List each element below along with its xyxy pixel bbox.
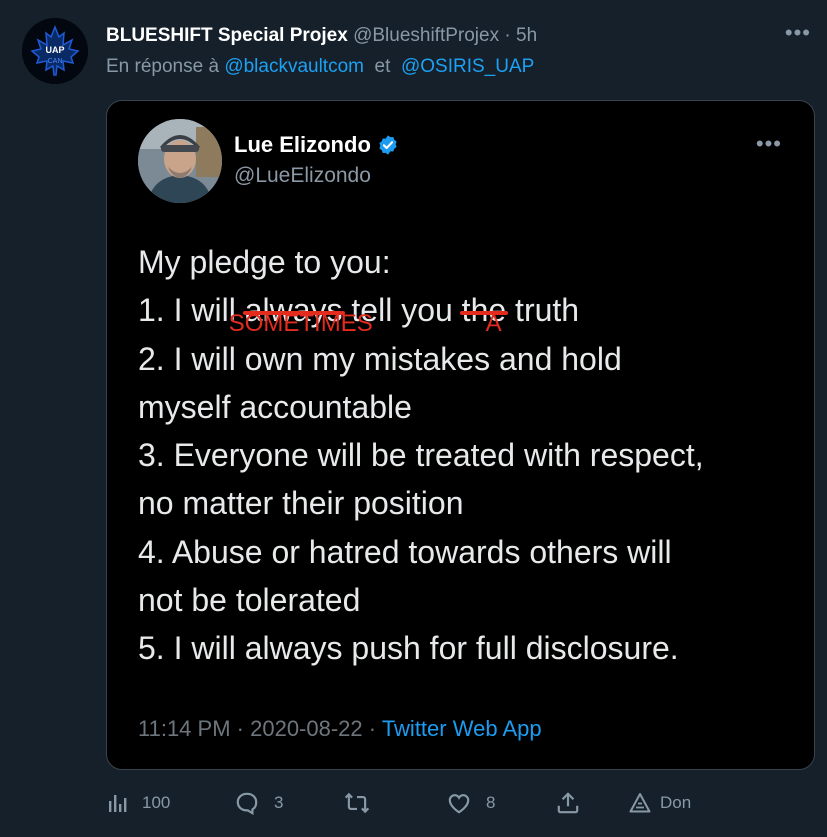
footer-separator: · (230, 716, 251, 741)
analytics-icon (109, 795, 127, 812)
text-line: not be tolerated (138, 582, 361, 619)
more-options-icon[interactable]: ••• (785, 20, 811, 46)
struck-word-the: the A (459, 286, 509, 338)
share-icon (557, 792, 579, 814)
text-line: 4. Abuse or hatred towards others will (138, 533, 672, 570)
text-line: 3. Everyone will be treated with respect… (138, 437, 704, 474)
reply-mention-1[interactable]: @blackvaultcom (224, 56, 364, 77)
promote-button[interactable]: Don (628, 786, 691, 820)
person-photo-icon (138, 119, 222, 203)
share-button[interactable] (555, 786, 595, 820)
reply-mention-2[interactable]: @OSIRIS_UAP (401, 56, 534, 77)
struck-word-always: always SOMETIMES (229, 286, 373, 337)
embedded-more-icon: ••• (755, 131, 782, 156)
author-handle[interactable]: @BlueshiftProjex (353, 25, 499, 46)
tweet-actions-bar: 100 3 8 Don (106, 786, 806, 820)
embedded-time: 11:14 PM (138, 716, 231, 741)
reply-count: 3 (274, 793, 284, 812)
reply-prefix: En réponse à (106, 56, 220, 77)
embedded-date: 2020-08-22 (250, 716, 363, 741)
author-avatar[interactable]: UAP CAN (22, 18, 88, 84)
avatar-text-top: UAP (45, 45, 64, 55)
footer-separator: · (362, 716, 382, 741)
promote-label: Don (660, 793, 692, 812)
like-count: 8 (486, 793, 496, 812)
embedded-author-name-row: Lue Elizondo (234, 131, 399, 159)
heart-icon (448, 794, 470, 814)
author-display-name[interactable]: BLUESHIFT Special Projex (106, 25, 348, 46)
retweet-button[interactable] (344, 786, 384, 820)
header-separator: · (504, 25, 511, 46)
text-line: myself accountable (138, 388, 412, 425)
reply-button[interactable]: 3 (234, 786, 283, 820)
reply-joiner: et (374, 56, 391, 77)
embedded-source-app: Twitter Web App (381, 716, 542, 741)
red-correction-sometimes: SOMETIMES (228, 310, 373, 338)
reply-context: En réponse à @blackvaultcom et @OSIRIS_U… (106, 55, 534, 79)
reply-icon (236, 792, 258, 816)
tweet: UAP CAN BLUESHIFT Special Projex @Bluesh… (0, 0, 827, 837)
analytics-button[interactable]: 100 (106, 786, 170, 820)
embedded-author-handle: @LueElizondo (234, 164, 371, 187)
tweet-time[interactable]: 5h (516, 25, 537, 46)
embedded-author-name: Lue Elizondo (234, 132, 371, 157)
verified-badge-icon (379, 135, 397, 155)
text-line-annotated: 1. I will always SOMETIMES tell you the A … (138, 286, 798, 338)
maple-leaf-logo-icon: UAP CAN (22, 18, 88, 84)
tweet-header: BLUESHIFT Special Projex @BlueshiftProje… (106, 24, 537, 48)
like-button[interactable]: 8 (446, 786, 495, 820)
promote-icon (629, 793, 651, 813)
embedded-tweet-footer: 11:14 PM · 2020-08-22 · Twitter Web App (138, 715, 542, 743)
retweet-icon (344, 792, 370, 814)
text-line: no matter their position (138, 485, 464, 522)
text-line: 2. I will own my mistakes and hold (138, 340, 622, 377)
embedded-tweet-text: My pledge to you: 1. I will always SOMETI… (138, 238, 798, 673)
text-segment: truth (506, 292, 580, 329)
text-line: 5. I will always push for full disclosur… (138, 630, 679, 667)
embedded-tweet-image[interactable]: Lue Elizondo @LueElizondo ••• My pledge … (106, 100, 815, 770)
text-line: My pledge to you: (138, 244, 391, 280)
views-count: 100 (142, 793, 171, 812)
embedded-author-avatar (138, 119, 222, 203)
red-correction-a: A (485, 310, 502, 338)
avatar-text-bottom: CAN (48, 58, 63, 65)
